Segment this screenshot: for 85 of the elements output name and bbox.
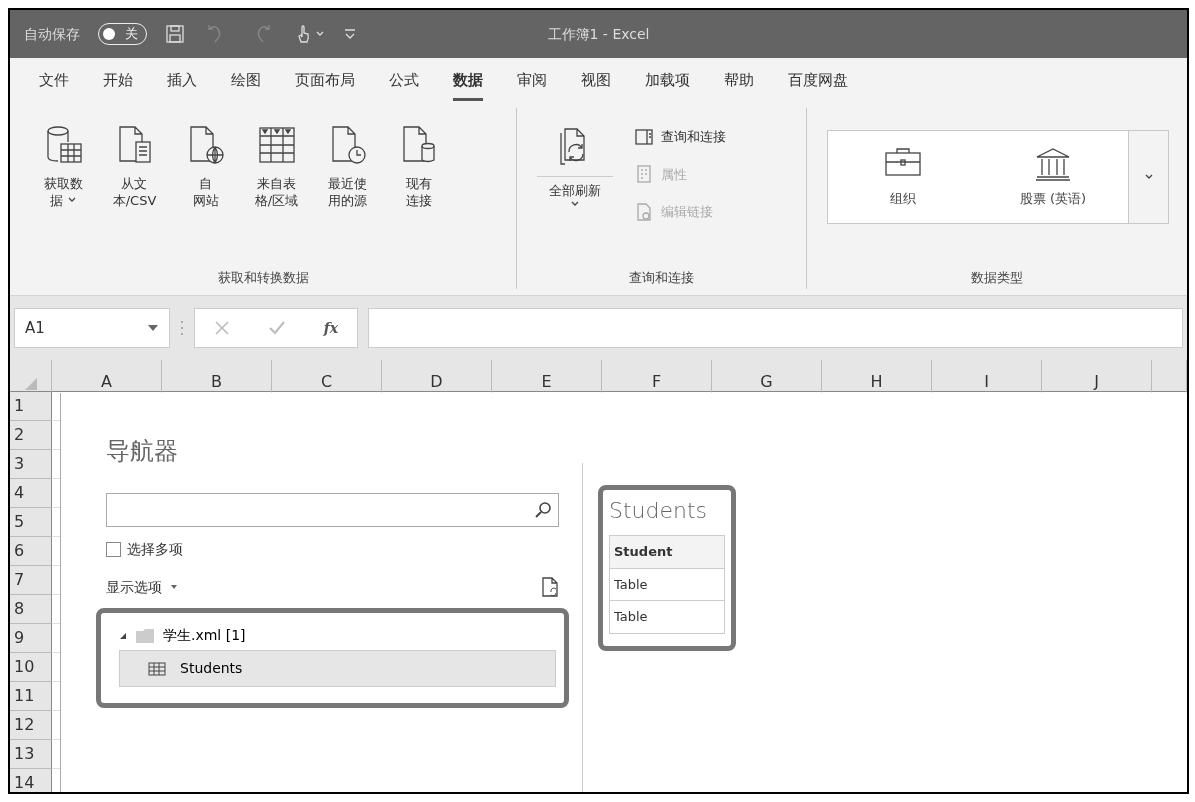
caret-icon — [1143, 173, 1154, 181]
column-header[interactable]: A — [52, 360, 162, 392]
data-type-button[interactable]: 股票 (英语) — [978, 131, 1128, 223]
properties-icon — [635, 165, 654, 184]
ribbon-tab[interactable]: 开始 — [86, 62, 150, 98]
row-header[interactable]: 13 — [10, 740, 52, 769]
row-header[interactable]: 3 — [10, 450, 52, 479]
navigator-title: 导航器 — [106, 436, 179, 467]
autosave-label: 自动保存 — [24, 24, 80, 44]
folder-icon — [135, 627, 155, 644]
ribbon-tab[interactable]: 公式 — [372, 62, 436, 98]
table-icon — [256, 124, 297, 166]
gallery-more-button[interactable] — [1128, 131, 1168, 223]
save-icon[interactable] — [165, 24, 185, 44]
checkbox-label: 选择多项 — [127, 540, 183, 559]
hand-icon — [295, 24, 311, 44]
ribbon-button[interactable]: 自 网站 — [170, 108, 241, 268]
table-cell: Table — [609, 600, 725, 633]
ribbon-tab[interactable]: 文件 — [22, 62, 86, 98]
ribbon-button[interactable]: 查询和连接 — [631, 124, 731, 150]
name-box[interactable]: A1 — [14, 308, 170, 348]
column-header[interactable]: J — [1042, 360, 1152, 392]
row-header[interactable]: 1 — [10, 392, 52, 421]
ribbon-tab[interactable]: 百度网盘 — [771, 62, 865, 98]
row-header[interactable]: 7 — [10, 566, 52, 595]
row-header[interactable]: 4 — [10, 479, 52, 508]
cancel-icon[interactable] — [213, 320, 230, 336]
column-header[interactable]: E — [492, 360, 602, 392]
ribbon-tab[interactable]: 视图 — [564, 62, 628, 98]
row-header[interactable]: 12 — [10, 711, 52, 740]
row-header[interactable]: 11 — [10, 682, 52, 711]
row-header[interactable]: 9 — [10, 624, 52, 653]
ribbon-tab[interactable]: 页面布局 — [278, 62, 372, 98]
preview-title: Students — [609, 497, 709, 525]
ribbon-tab[interactable]: 帮助 — [707, 62, 771, 98]
grip-icon — [180, 320, 184, 336]
table-cell: Table — [609, 568, 725, 601]
row-header[interactable]: 6 — [10, 537, 52, 566]
ribbon-tab[interactable]: 数据 — [436, 62, 500, 98]
refresh-file-icon[interactable] — [541, 576, 559, 598]
column-header[interactable]: I — [932, 360, 1042, 392]
dropdown-arrow-icon — [147, 324, 159, 332]
column-header[interactable]: C — [272, 360, 382, 392]
column-header[interactable]: H — [822, 360, 932, 392]
row-header[interactable]: 14 — [10, 769, 52, 792]
row-header[interactable]: 2 — [10, 421, 52, 450]
touch-mode-button[interactable] — [295, 24, 325, 44]
table-icon — [148, 661, 166, 676]
checkbox[interactable] — [106, 542, 121, 557]
tree-item[interactable]: Students — [119, 650, 556, 687]
window-title: 工作簿1 - Excel — [547, 25, 650, 42]
group-label: 数据类型 — [970, 268, 1024, 287]
search-field[interactable] — [106, 493, 559, 527]
ribbon-button[interactable]: 现有 连接 — [383, 108, 454, 268]
ribbon-button[interactable]: 来自表 格/区域 — [241, 108, 312, 268]
column-header[interactable]: F — [602, 360, 712, 392]
refresh-all-button[interactable]: 全部刷新 — [535, 108, 616, 268]
customize-icon[interactable] — [343, 27, 357, 41]
row-header[interactable]: 10 — [10, 653, 52, 682]
queries-pane-icon — [635, 127, 654, 146]
search-icon — [534, 501, 552, 519]
group-label: 查询和连接 — [628, 268, 696, 287]
caret-icon — [315, 30, 325, 38]
table-header: Student — [609, 535, 725, 568]
ribbon-tab[interactable]: 审阅 — [500, 62, 564, 98]
ribbon-button[interactable]: 获取数 据 — [28, 108, 99, 268]
group-label: 获取和转换数据 — [216, 268, 310, 287]
display-options-button[interactable]: 显示选项 — [106, 576, 178, 598]
column-header[interactable]: D — [382, 360, 492, 392]
row-header[interactable]: 8 — [10, 595, 52, 624]
ribbon-tab[interactable]: 插入 — [150, 62, 214, 98]
ribbon-button[interactable]: 从文 本/CSV — [99, 108, 170, 268]
column-header[interactable]: G — [712, 360, 822, 392]
data-type-button[interactable]: 组织 — [828, 131, 978, 223]
ribbon-tab[interactable]: 绘图 — [214, 62, 278, 98]
column-header[interactable]: B — [162, 360, 272, 392]
dropdown-arrow-icon — [170, 584, 178, 590]
tree-node[interactable]: 学生.xml [1] — [119, 621, 246, 650]
ribbon-button[interactable]: 最近使 用的源 — [312, 108, 383, 268]
ribbon-tab[interactable]: 加载项 — [628, 62, 707, 98]
row-header[interactable]: 5 — [10, 508, 52, 537]
check-icon[interactable] — [267, 320, 286, 336]
edit-links-icon — [635, 202, 654, 221]
insert-function-button[interactable]: fx — [323, 317, 339, 339]
formula-input[interactable] — [368, 308, 1183, 348]
